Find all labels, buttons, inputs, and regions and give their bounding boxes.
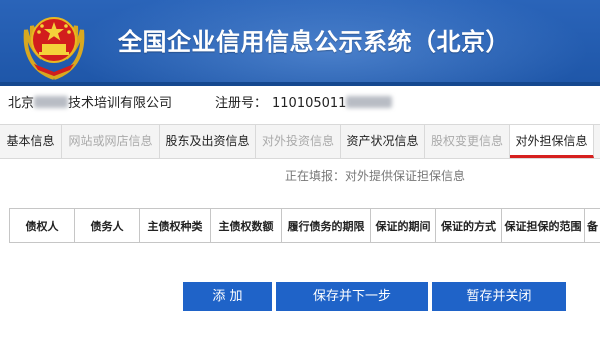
column-header: 债权人	[9, 208, 75, 243]
table-header-row: 债权人 债务人 主债权种类 主债权数额 履行债务的期限 保证的期间 保证的方式 …	[9, 208, 600, 243]
registration-number-visible: 110105011	[272, 96, 347, 111]
save-and-next-button[interactable]: 保存并下一步	[276, 282, 428, 311]
site-title: 全国企业信用信息公示系统（北京）	[118, 28, 510, 56]
filling-status-notice: 正在填报：对外提供保证担保信息	[285, 169, 466, 183]
redacted-text	[346, 96, 393, 108]
company-name-prefix: 北京	[8, 96, 35, 111]
tab-asset-info[interactable]: 资产状况信息	[341, 125, 425, 158]
company-name-suffix: 技术培训有限公司	[68, 96, 173, 111]
column-header: 履行债务的期限	[281, 208, 371, 243]
site-header: 全国企业信用信息公示系统（北京）	[0, 0, 600, 86]
tab-investment-info[interactable]: 对外投资信息	[256, 125, 341, 158]
tab-guarantee-info[interactable]: 对外担保信息	[510, 125, 594, 158]
column-header: 保证的方式	[435, 208, 502, 243]
company-name: 北京 技术培训有限公司	[8, 90, 172, 118]
registration-number: 110105011	[272, 90, 393, 118]
column-header: 主债权数额	[210, 208, 282, 243]
national-emblem-icon	[23, 17, 85, 80]
add-button[interactable]: 添 加	[183, 282, 272, 311]
column-header: 保证担保的范围	[501, 208, 585, 243]
column-header: 主债权种类	[139, 208, 211, 243]
tab-shareholder-info[interactable]: 股东及出资信息	[160, 125, 256, 158]
column-header: 债务人	[74, 208, 140, 243]
tab-equity-change-info[interactable]: 股权变更信息	[425, 125, 510, 158]
tab-website-info[interactable]: 网站或网店信息	[62, 125, 160, 158]
column-header: 保证的期间	[370, 208, 436, 243]
header-divider	[0, 82, 600, 86]
column-header: 备	[584, 208, 600, 243]
registration-label: 注册号：	[215, 96, 268, 111]
company-info-row: 北京 技术培训有限公司 注册号： 110105011	[0, 90, 600, 120]
section-tabs: 基本信息 网站或网店信息 股东及出资信息 对外投资信息 资产状况信息 股权变更信…	[0, 124, 600, 159]
save-and-close-button[interactable]: 暂存并关闭	[432, 282, 566, 311]
redacted-text	[34, 96, 69, 108]
guarantee-table: 债权人 债务人 主债权种类 主债权数额 履行债务的期限 保证的期间 保证的方式 …	[9, 208, 600, 243]
tab-basic-info[interactable]: 基本信息	[0, 125, 62, 158]
